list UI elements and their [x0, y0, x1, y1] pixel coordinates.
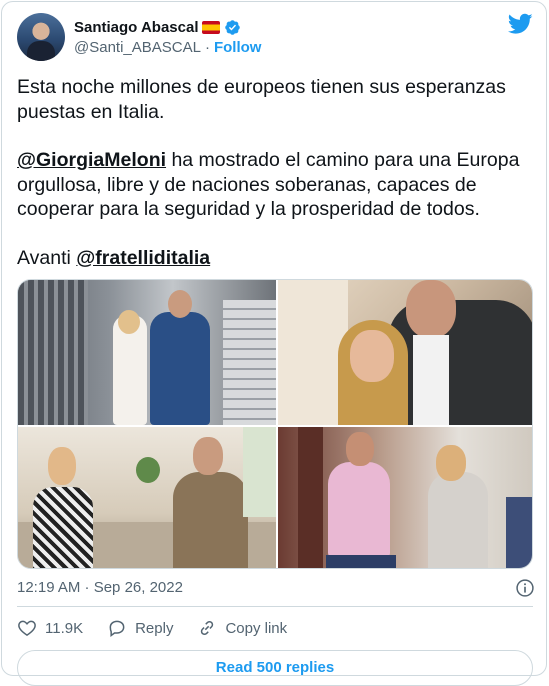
heart-icon [18, 620, 36, 636]
reply-label: Reply [135, 619, 174, 637]
mention-fratelliditalia[interactable]: @fratelliditalia [76, 247, 210, 269]
like-count: 11.9K [45, 619, 84, 637]
photo-4[interactable] [278, 427, 532, 568]
like-button[interactable]: 11.9K [17, 618, 83, 638]
info-icon[interactable] [515, 578, 535, 598]
divider [17, 606, 533, 607]
spain-flag-icon [202, 20, 221, 34]
reply-button[interactable]: Reply [107, 618, 173, 638]
author-display-name[interactable]: Santiago Abascal [74, 19, 198, 36]
photo-1[interactable] [18, 280, 276, 425]
copy-link-button[interactable]: Copy link [197, 618, 287, 638]
tweet-body: Esta noche millones de europeos tienen s… [17, 75, 533, 294]
tweet-paragraph-1: Esta noche millones de europeos tienen s… [17, 76, 506, 123]
author-handle[interactable]: @Santi_ABASCAL [74, 39, 201, 56]
avatar[interactable] [17, 13, 65, 61]
reply-bubble-icon [109, 620, 125, 637]
tweet-timestamp[interactable]: 12:19 AM · Sep 26, 2022 [17, 579, 183, 596]
media-grid [17, 279, 533, 569]
link-icon [201, 620, 214, 636]
tweet-header: Santiago Abascal @Santi_ABASCAL · Follow [17, 13, 533, 63]
tweet-paragraph-2: @GiorgiaMeloni ha mostrado el camino par… [17, 148, 533, 222]
author-names: Santiago Abascal @Santi_ABASCAL · Follow [74, 17, 261, 57]
photo-3[interactable] [18, 427, 276, 568]
photo-2[interactable] [278, 280, 532, 425]
verified-badge-icon [225, 19, 241, 35]
tweet-paragraph-3: Avanti @fratelliditalia [17, 246, 533, 271]
read-replies-button[interactable]: Read 500 replies [17, 650, 533, 686]
follow-button[interactable]: Follow [214, 39, 262, 56]
mention-giorgiameloni[interactable]: @GiorgiaMeloni [17, 149, 166, 171]
tweet-paragraph-3-text: Avanti [17, 246, 77, 269]
twitter-bird-icon[interactable] [508, 13, 533, 35]
copy-link-label: Copy link [225, 619, 288, 637]
separator-dot: · [204, 38, 210, 56]
action-bar: 11.9K Reply Copy link [17, 618, 311, 638]
